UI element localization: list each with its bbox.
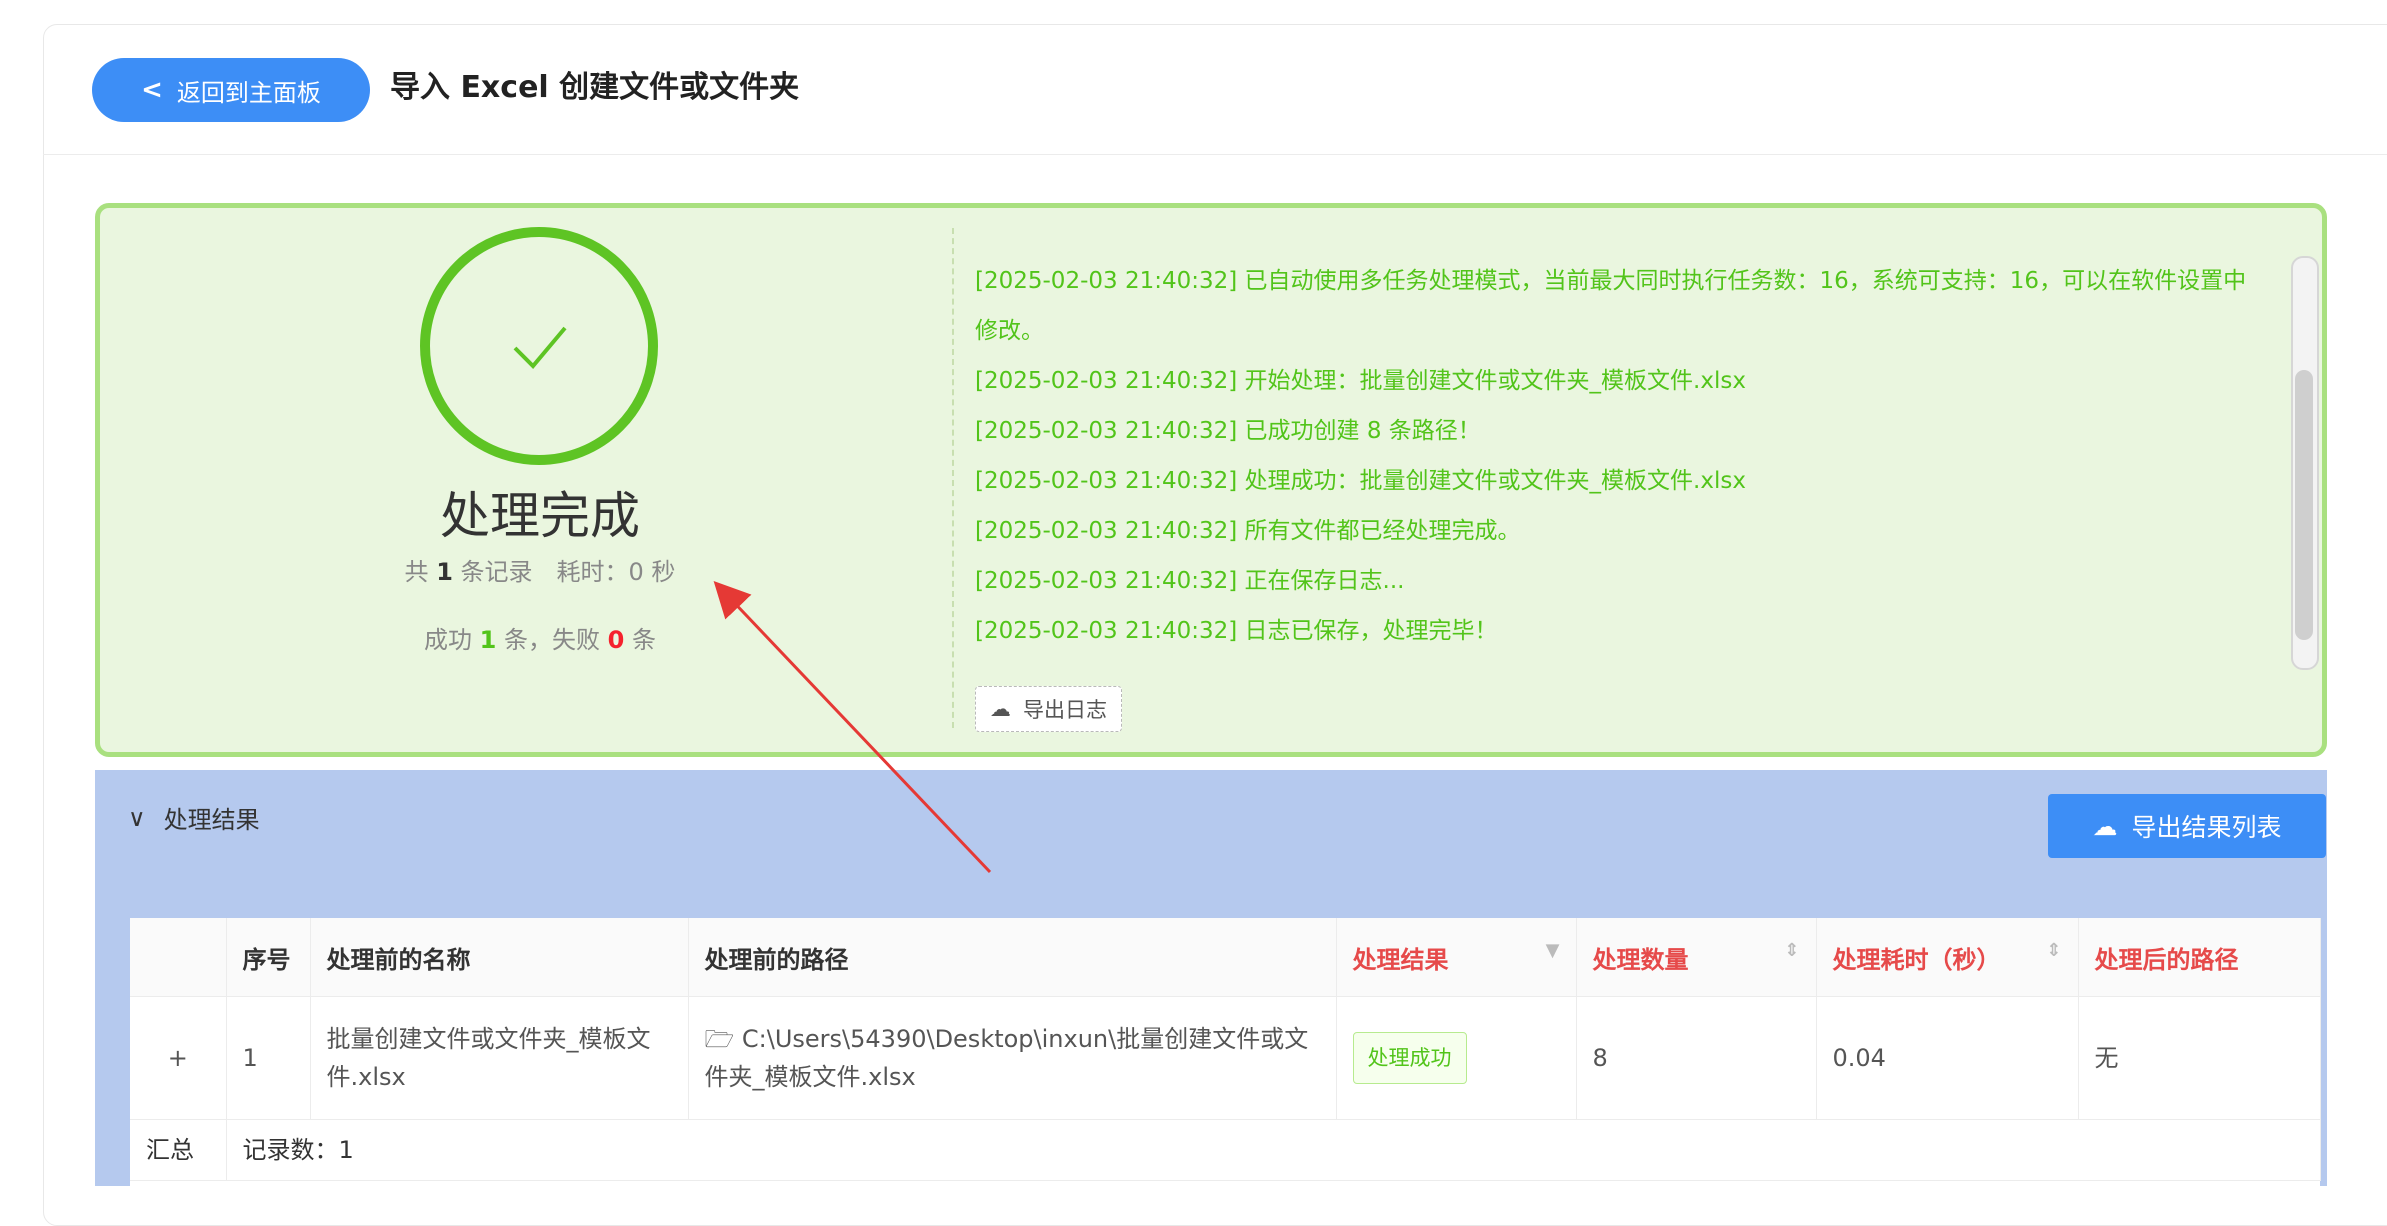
log-divider: [952, 228, 954, 728]
status-badge: 处理成功: [1352, 1032, 1467, 1084]
chevron-left-icon: <: [141, 75, 163, 105]
col-header-after-path: 处理后的路径: [2078, 918, 2321, 997]
page-title: 导入 Excel 创建文件或文件夹: [390, 70, 800, 105]
cell-name: 批量创建文件或文件夹_模板文件.xlsx: [310, 996, 689, 1120]
results-section-label: 处理结果: [163, 806, 260, 834]
results-header: [95, 770, 2327, 886]
table-header-row: 序号 处理前的名称 处理前的路径 处理结果 ▼ 处理数量 ⇕ 处理耗时（秒） ⇕ 处理…: [130, 918, 2321, 997]
log-line: [2025-02-03 21:40:32] 所有文件都已经处理完成。: [975, 518, 1521, 544]
export-results-button[interactable]: ☁ 导出结果列表: [2048, 794, 2326, 858]
expand-header: [130, 918, 227, 997]
results-table: 序号 处理前的名称 处理前的路径 处理结果 ▼ 处理数量 ⇕ 处理耗时（秒） ⇕ 处理…: [130, 918, 2321, 1188]
log-line: [2025-02-03 21:40:32] 处理成功：批量创建文件或文件夹_模板…: [975, 468, 1746, 494]
col-header-time[interactable]: 处理耗时（秒） ⇕: [1816, 918, 2079, 997]
cloud-upload-icon: ☁: [990, 697, 1011, 721]
log-line: [2025-02-03 21:40:32] 已成功创建 8 条路径！: [975, 418, 1481, 444]
sort-icon[interactable]: ⇕: [1784, 940, 1799, 961]
summary-value: 记录数：1: [226, 1119, 2321, 1181]
col-header-path: 处理前的路径: [688, 918, 1337, 997]
log-line: [2025-02-03 21:40:32] 日志已保存，处理完毕！: [975, 618, 1498, 644]
total-stats: 共 1 条记录 耗时：0 秒: [404, 558, 676, 586]
log-line: [2025-02-03 21:40:32] 已自动使用多任务处理模式，当前最大同…: [975, 268, 2247, 344]
results-toggle[interactable]: ∨ 处理结果: [128, 800, 260, 835]
back-label: 返回到主面板: [176, 78, 321, 107]
back-to-main-button[interactable]: < 返回到主面板: [92, 58, 370, 122]
export-log-label: 导出日志: [1023, 698, 1107, 722]
col-header-result[interactable]: 处理结果 ▼: [1336, 918, 1577, 997]
filter-icon[interactable]: ▼: [1546, 940, 1560, 961]
table-row: + 1 批量创建文件或文件夹_模板文件.xlsx 🗁 C:\Users\5439…: [130, 996, 2321, 1120]
status-title: 处理完成: [440, 487, 640, 545]
sort-icon[interactable]: ⇕: [2046, 940, 2061, 961]
expand-row-button[interactable]: +: [130, 996, 227, 1120]
col-header-name: 处理前的名称: [310, 918, 689, 997]
cell-path: 🗁 C:\Users\54390\Desktop\inxun\批量创建文件或文件…: [688, 996, 1337, 1120]
col-header-count[interactable]: 处理数量 ⇕: [1576, 918, 1817, 997]
log-panel: [2025-02-03 21:40:32] 已自动使用多任务处理模式，当前最大同…: [975, 256, 2275, 656]
log-line: [2025-02-03 21:40:32] 正在保存日志...: [975, 568, 1405, 594]
cell-time: 0.04: [1816, 996, 2079, 1120]
summary-row: 汇总 记录数：1: [130, 1119, 2321, 1181]
cell-result: 处理成功: [1336, 996, 1577, 1120]
log-scroll-thumb[interactable]: [2295, 370, 2313, 640]
cloud-upload-icon: ☁: [2092, 811, 2118, 841]
cell-index: 1: [226, 996, 311, 1120]
chevron-down-icon: ∨: [128, 803, 146, 832]
success-check-icon: [420, 227, 658, 465]
cell-count: 8: [1576, 996, 1817, 1120]
cell-after-path: 无: [2078, 996, 2321, 1120]
summary-label: 汇总: [130, 1119, 227, 1181]
export-results-label: 导出结果列表: [2131, 813, 2282, 842]
log-line: [2025-02-03 21:40:32] 开始处理：批量创建文件或文件夹_模板…: [975, 368, 1746, 394]
success-fail-stats: 成功 1 条，失败 0 条: [424, 626, 656, 654]
export-log-button[interactable]: ☁ 导出日志: [975, 686, 1122, 732]
col-header-index: 序号: [226, 918, 311, 997]
folder-open-icon: 🗁: [704, 1025, 735, 1053]
